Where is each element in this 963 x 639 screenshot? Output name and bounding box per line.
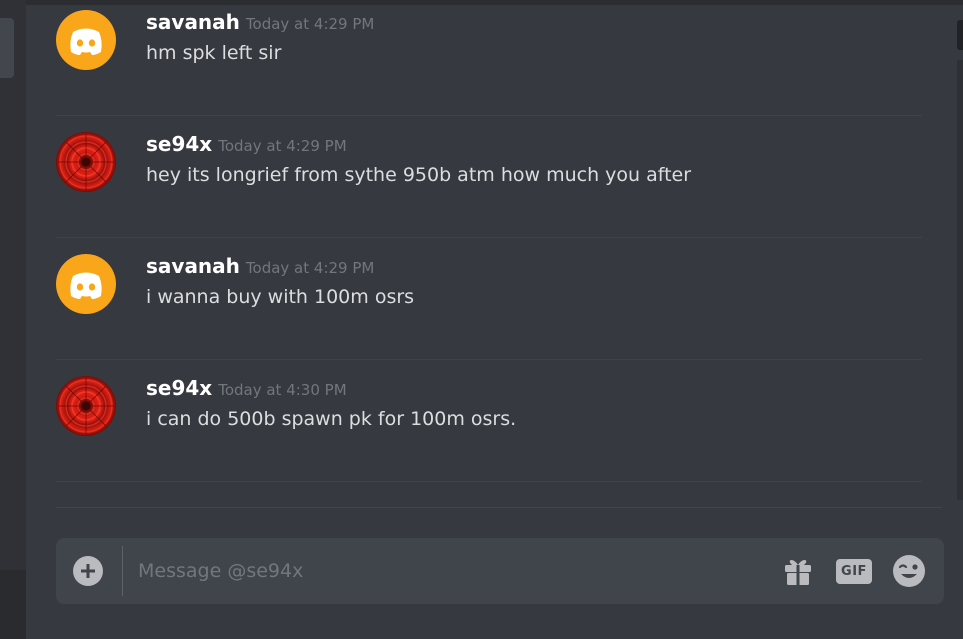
message-divider [56, 237, 922, 238]
scrollbar-thumb[interactable] [957, 20, 963, 50]
message-input[interactable] [138, 548, 758, 594]
username[interactable]: se94x [146, 376, 212, 400]
avatar[interactable] [56, 10, 116, 70]
username[interactable]: savanah [146, 10, 240, 34]
composer-separator [122, 546, 123, 596]
timestamp: Today at 4:29 PM [245, 15, 375, 33]
scrollbar-track[interactable] [957, 60, 963, 500]
message-item: se94x Today at 4:30 PM i can do 500b spaw… [56, 362, 922, 482]
flower-photo [58, 134, 114, 190]
selected-channel-indicator [0, 18, 14, 78]
message-item: savanah Today at 4:29 PM hm spk left sir [56, 0, 922, 116]
message-text: i can do 500b spawn pk for 100m osrs. [146, 408, 517, 430]
avatar[interactable] [56, 132, 116, 192]
avatar[interactable] [56, 376, 116, 436]
gif-picker-button[interactable]: GIF [836, 559, 872, 584]
username[interactable]: savanah [146, 254, 240, 278]
timestamp: Today at 4:29 PM [245, 259, 375, 277]
emoji-picker-icon[interactable] [892, 554, 926, 588]
timestamp: Today at 4:30 PM [218, 381, 347, 399]
message-text: hm spk left sir [146, 42, 282, 64]
avatar[interactable] [56, 254, 116, 314]
user-panel-edge [0, 570, 26, 639]
add-attachment-button[interactable] [73, 556, 103, 586]
gift-icon[interactable] [783, 555, 813, 587]
flower-photo [58, 378, 114, 434]
username[interactable]: se94x [146, 132, 212, 156]
left-panel-edge [0, 0, 26, 639]
message-divider [56, 115, 922, 116]
discord-logo-icon [70, 272, 102, 299]
message-item: se94x Today at 4:29 PM hey its longrief f… [56, 118, 922, 238]
message-text: hey its longrief from sythe 950b atm how… [146, 164, 692, 186]
composer-divider [56, 507, 942, 508]
discord-logo-icon [70, 28, 102, 55]
timestamp: Today at 4:29 PM [218, 137, 347, 155]
message-text: i wanna buy with 100m osrs [146, 286, 415, 308]
message-divider [56, 359, 922, 360]
message-composer: GIF [56, 538, 944, 604]
message-item: savanah Today at 4:29 PM i wanna buy with… [56, 240, 922, 360]
message-divider [56, 481, 922, 482]
